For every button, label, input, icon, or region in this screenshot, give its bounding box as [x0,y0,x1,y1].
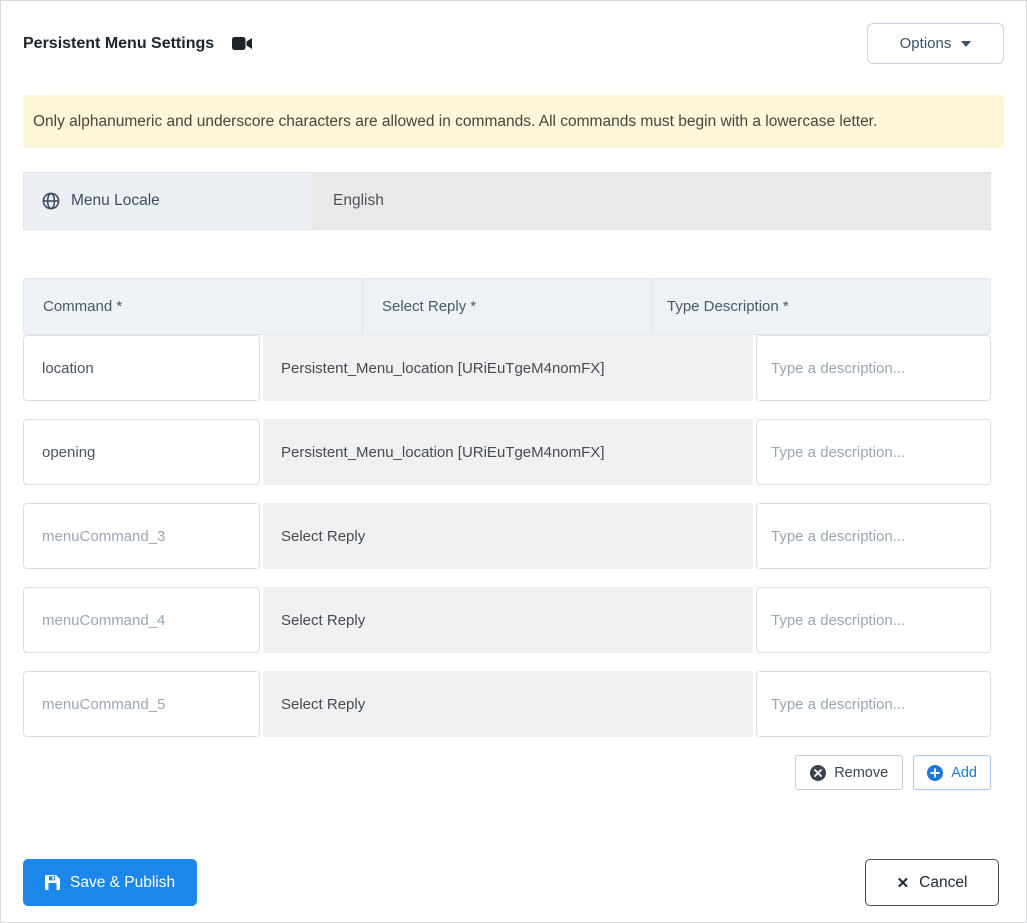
table-header: Command * Select Reply * Type Descriptio… [23,278,991,335]
warning-banner-text: Only alphanumeric and underscore charact… [33,112,878,130]
command-input[interactable] [23,587,260,653]
table-row: Select Reply [23,587,991,653]
video-camera-icon [232,36,253,51]
card-header: Persistent Menu Settings Options [23,1,1004,64]
x-circle-icon [810,764,827,781]
header-select-reply: Select Reply * [363,279,653,334]
card-footer: Save & Publish ✕ Cancel [23,859,1004,906]
description-input[interactable] [756,587,991,653]
select-reply-button[interactable]: Select Reply [263,671,753,737]
add-button-label: Add [951,764,977,781]
menu-locale-label: Menu Locale [71,192,160,209]
table-row: Select Reply [23,503,991,569]
menu-locale-label-cell: Menu Locale [23,172,313,230]
menu-locale-row: Menu Locale English [23,172,991,230]
description-input[interactable] [756,503,991,569]
close-icon: ✕ [896,874,910,892]
menu-locale-value-text: English [333,192,384,209]
plus-circle-icon [927,764,944,781]
command-input[interactable] [23,671,260,737]
table-row: Select Reply [23,671,991,737]
menu-locale-value[interactable]: English [313,172,991,230]
select-reply-button[interactable]: Select Reply [263,503,753,569]
table-row: Persistent_Menu_location [URiEuTgeM4nomF… [23,419,991,485]
header-command: Command * [24,279,363,334]
options-button-label: Options [899,35,952,52]
description-input[interactable] [756,335,991,401]
description-input[interactable] [756,671,991,737]
save-icon [45,875,60,890]
page-title: Persistent Menu Settings [23,34,215,52]
warning-banner: Only alphanumeric and underscore charact… [23,95,1004,148]
command-input[interactable] [23,503,260,569]
command-input[interactable] [23,419,260,485]
select-reply-button[interactable]: Persistent_Menu_location [URiEuTgeM4nomF… [263,419,753,485]
header-type-description: Type Description * [667,298,789,315]
table-row: Persistent_Menu_location [URiEuTgeM4nomF… [23,335,991,401]
cancel-button[interactable]: ✕ Cancel [865,859,999,906]
options-button[interactable]: Options [867,23,1004,64]
save-publish-button[interactable]: Save & Publish [23,859,198,906]
globe-icon [42,192,60,210]
cancel-button-label: Cancel [919,873,968,891]
select-reply-button[interactable]: Select Reply [263,587,753,653]
description-input[interactable] [756,419,991,485]
chevron-down-icon [961,40,972,47]
save-publish-label: Save & Publish [70,873,176,891]
command-input[interactable] [23,335,260,401]
select-reply-button[interactable]: Persistent_Menu_location [URiEuTgeM4nomF… [263,335,753,401]
row-actions: Remove Add [23,755,991,790]
add-button[interactable]: Add [913,755,991,790]
remove-button[interactable]: Remove [795,755,904,790]
persistent-menu-card: Persistent Menu Settings Options Only al… [1,1,1026,906]
remove-button-label: Remove [834,764,889,781]
